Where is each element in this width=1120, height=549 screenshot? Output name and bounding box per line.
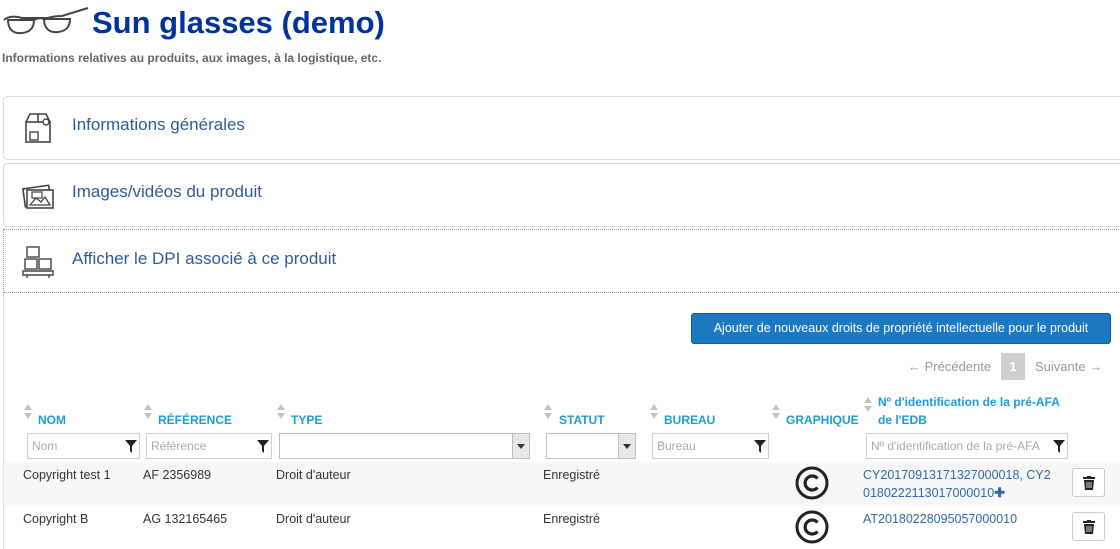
sort-reference-icon[interactable] [144,404,152,420]
trash-icon [1083,520,1095,534]
col-header-type[interactable]: TYPE [291,413,322,427]
trash-icon [1083,476,1095,490]
copyright-icon [795,510,829,544]
funnel-icon[interactable] [754,440,766,453]
cell-statut: Enregistré [543,512,600,526]
cell-identification-line1[interactable]: AT20180228095057000010 [863,512,1017,526]
sort-bureau-icon[interactable] [650,404,658,420]
sort-id-icon[interactable] [864,397,872,413]
filter-reference-input[interactable] [147,434,271,458]
panel-general-info[interactable]: Informations générales [3,96,1120,160]
delete-row-button[interactable] [1072,468,1105,497]
funnel-icon[interactable] [125,440,137,453]
col-header-statut[interactable]: STATUT [559,413,605,427]
ip-rights-icon [22,246,54,278]
page-title: Sun glasses (demo) [92,5,385,40]
cell-type: Droit d'auteur [276,468,351,482]
table-row[interactable]: Copyright B AG 132165465 Droit d'auteur … [4,506,1120,549]
panel-ip-rights[interactable]: Afficher le DPI associé à ce produit [3,229,1120,293]
pagination-next-link[interactable]: Suivante → [1035,359,1102,374]
filter-statut-select[interactable] [546,433,636,459]
filter-id-input[interactable] [867,434,1067,458]
panel-ip-rights-label: Afficher le DPI associé à ce produit [72,249,337,268]
sort-graphique-icon[interactable] [772,404,780,420]
col-header-bureau[interactable]: BUREAU [664,413,715,427]
pagination-prev-link[interactable]: ← Précédente [908,359,991,374]
cell-nom: Copyright test 1 [23,468,111,482]
col-header-nom[interactable]: NOM [38,413,66,427]
chevron-down-icon[interactable] [512,434,529,458]
copyright-icon [795,466,829,500]
filter-nom [27,433,140,459]
cell-type: Droit d'auteur [276,512,351,526]
page-header: Sun glasses (demo) Informations relative… [0,0,1120,80]
panel-media-label: Images/vidéos du produit [72,182,262,201]
cell-identification-line1[interactable]: CY20170913171327000018, CY2 [863,468,1051,482]
filter-bureau-input[interactable] [653,434,768,458]
box-icon [25,113,51,143]
filter-bureau [652,433,769,459]
images-icon [21,184,54,209]
col-header-id-line1[interactable]: Nº d'identification de la pré-AFA [878,395,1060,409]
sort-type-icon[interactable] [277,404,285,420]
sort-nom-icon[interactable] [24,404,32,420]
chevron-down-icon[interactable] [618,434,635,458]
filter-type-select[interactable] [279,433,530,459]
pagination-current-page[interactable]: 1 [1001,353,1025,380]
filter-id [866,433,1068,459]
cell-nom: Copyright B [23,512,89,526]
plus-icon[interactable]: ✚ [994,485,1005,500]
page-subtitle: Informations relatives au produits, aux … [2,51,382,65]
filter-reference [146,433,272,459]
cell-identification[interactable]: AT20180228095057000010 [863,510,1063,528]
glasses-icon [3,7,89,35]
cell-reference: AF 2356989 [143,468,212,482]
sort-statut-icon[interactable] [544,404,552,420]
cell-statut: Enregistré [543,468,600,482]
panel-media[interactable]: Images/vidéos du produit [3,163,1120,227]
delete-row-button[interactable] [1072,512,1105,541]
col-header-id-line2[interactable]: de l'EDB [878,413,927,427]
table-row[interactable]: Copyright test 1 AF 2356989 Droit d'aute… [4,462,1120,506]
col-header-reference[interactable]: RÉFÉRENCE [158,413,232,427]
funnel-icon[interactable] [1053,440,1065,453]
funnel-icon[interactable] [257,440,269,453]
cell-identification[interactable]: CY20170913171327000018, CY2 018022211301… [863,466,1063,502]
col-header-graphique[interactable]: GRAPHIQUE [786,413,859,427]
panel-general-info-label: Informations générales [72,115,245,134]
cell-identification-line2[interactable]: 0180222113017000010 [863,486,994,500]
add-ip-rights-button[interactable]: Ajouter de nouveaux droits de propriété … [691,313,1111,344]
cell-reference: AG 132165465 [143,512,228,526]
filter-nom-input[interactable] [28,434,139,458]
